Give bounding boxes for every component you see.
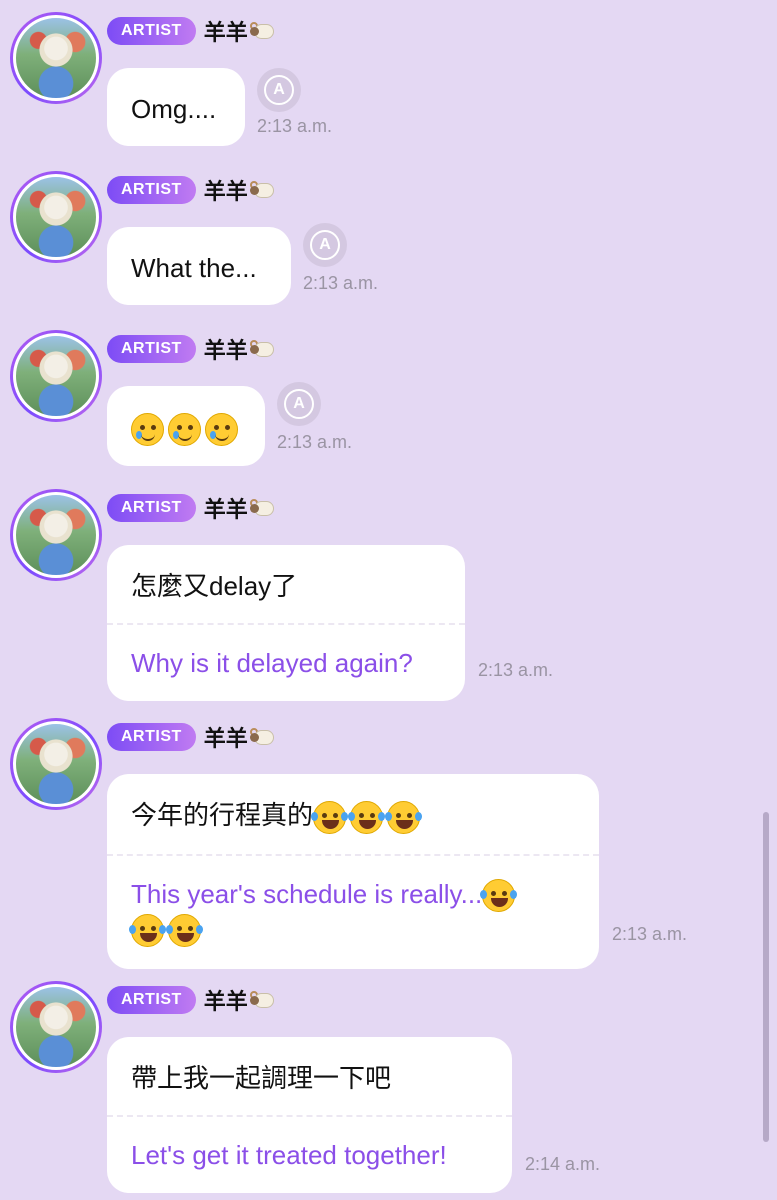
message-text: Omg.... [131, 94, 217, 124]
scrollbar[interactable] [763, 812, 769, 1142]
artist-badge: ARTIST [107, 986, 196, 1014]
avatar[interactable] [10, 330, 102, 422]
face-with-tears-of-joy-icon [166, 913, 203, 947]
avatar-photo [13, 333, 99, 419]
sender-name: 羊羊 [204, 333, 276, 365]
sender-name-text: 羊羊 [203, 338, 248, 363]
message-time: 2:13 a.m. [277, 432, 353, 452]
message-bubble[interactable]: What the... [107, 227, 291, 305]
translation-text: Why is it delayed again? [131, 648, 413, 678]
artist-badge: ARTIST [107, 17, 196, 45]
sheep-icon [249, 178, 276, 202]
avatar-photo [13, 721, 99, 807]
face-with-tears-of-joy-icon [348, 800, 386, 834]
avatar[interactable] [10, 718, 102, 810]
message-time: 2:14 a.m. [525, 1154, 601, 1174]
sender-name: 羊羊 [204, 15, 276, 47]
message-bubble[interactable]: 今年的行程真的 This year's schedule is really..… [107, 774, 599, 969]
sender-name-text: 羊羊 [203, 726, 248, 751]
translate-button[interactable]: A [303, 223, 347, 267]
translation-text-content: This year's schedule is really... [131, 878, 483, 909]
face-with-tears-of-joy-icon [311, 800, 349, 834]
avatar-photo [13, 984, 99, 1070]
avatar[interactable] [10, 489, 102, 581]
message-header: ARTIST 羊羊 [107, 493, 276, 523]
smiling-face-with-tear-icon [131, 412, 164, 446]
sheep-icon [249, 988, 276, 1012]
avatar[interactable] [10, 981, 102, 1073]
message-bubble[interactable] [107, 386, 265, 466]
sender-name-text: 羊羊 [203, 20, 248, 45]
sheep-icon [249, 725, 276, 749]
artist-badge: ARTIST [107, 176, 196, 204]
message-bubble[interactable]: Omg.... [107, 68, 245, 146]
artist-badge: ARTIST [107, 494, 196, 522]
translate-button[interactable]: A [257, 68, 301, 112]
face-with-tears-of-joy-icon [129, 913, 166, 947]
chat-view: ARTIST 羊羊 Omg.... A 2:13 a.m. ARTIST 羊羊 … [0, 0, 777, 1200]
message-time: 2:13 a.m. [612, 924, 688, 944]
message-text: 今年的行程真的 [107, 774, 599, 854]
sender-name-text: 羊羊 [203, 179, 248, 204]
message-time: 2:13 a.m. [257, 116, 333, 136]
message-bubble[interactable]: 怎麼又delay了 Why is it delayed again? [107, 545, 465, 701]
sender-name: 羊羊 [204, 492, 276, 524]
message-header: ARTIST 羊羊 [107, 175, 276, 205]
avatar-photo [13, 15, 99, 101]
message-header: ARTIST 羊羊 [107, 722, 276, 752]
message-header: ARTIST 羊羊 [107, 16, 276, 46]
artist-badge: ARTIST [107, 723, 196, 751]
message-text: 怎麼又delay了 [131, 571, 298, 601]
translate-icon: A [310, 230, 340, 260]
message-time: 2:13 a.m. [478, 660, 554, 680]
translate-button[interactable]: A [277, 382, 321, 426]
face-with-tears-of-joy-icon [480, 879, 518, 913]
sender-name-text: 羊羊 [203, 497, 248, 522]
avatar-photo [13, 174, 99, 260]
sender-name: 羊羊 [204, 174, 276, 206]
translation-text: Let's get it treated together! [131, 1140, 447, 1170]
translate-icon: A [264, 75, 294, 105]
translation-text: This year's schedule is really... [107, 856, 599, 969]
message-text: What the... [131, 253, 257, 283]
sender-name: 羊羊 [204, 721, 276, 753]
sender-name: 羊羊 [204, 984, 276, 1016]
avatar[interactable] [10, 12, 102, 104]
translate-icon: A [284, 389, 314, 419]
message-text [107, 386, 265, 466]
avatar[interactable] [10, 171, 102, 263]
sheep-icon [249, 496, 276, 520]
avatar-photo [13, 492, 99, 578]
message-text-content: 今年的行程真的 [131, 800, 314, 830]
artist-badge: ARTIST [107, 335, 196, 363]
smiling-face-with-tear-icon [168, 412, 201, 446]
message-bubble[interactable]: 帶上我一起調理一下吧 Let's get it treated together… [107, 1037, 512, 1193]
message-header: ARTIST 羊羊 [107, 985, 276, 1015]
message-text: 帶上我一起調理一下吧 [131, 1063, 392, 1093]
sheep-icon [249, 19, 276, 43]
sender-name-text: 羊羊 [203, 989, 248, 1014]
sheep-icon [249, 337, 276, 361]
message-header: ARTIST 羊羊 [107, 334, 276, 364]
face-with-tears-of-joy-icon [385, 800, 423, 834]
message-time: 2:13 a.m. [303, 273, 379, 293]
smiling-face-with-tear-icon [205, 412, 238, 446]
